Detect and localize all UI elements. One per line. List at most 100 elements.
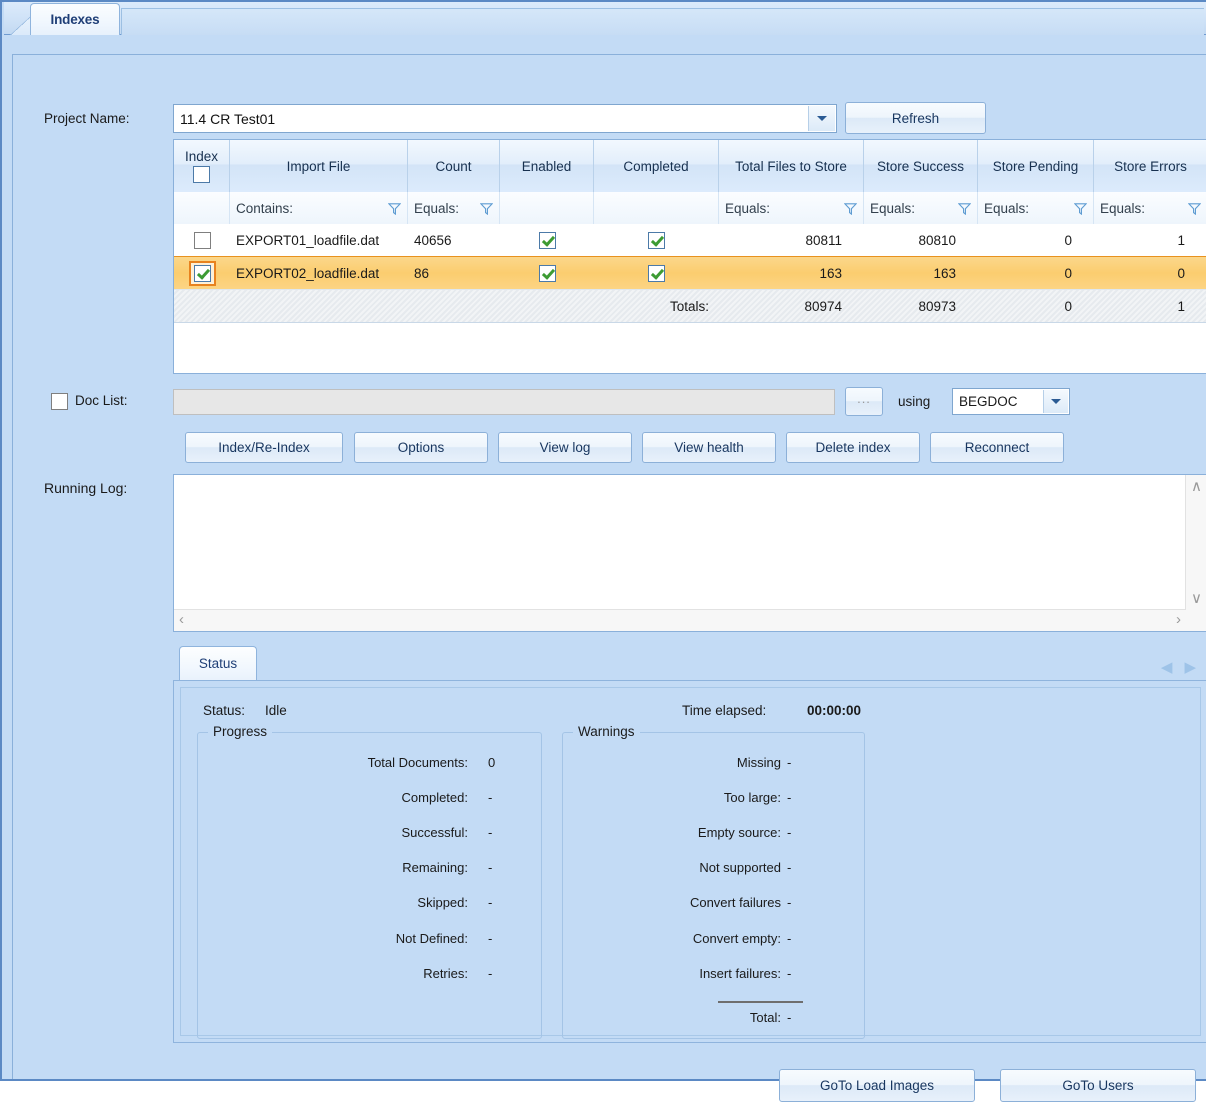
filter-funnel-icon[interactable] [844, 202, 857, 215]
scroll-up-icon[interactable]: ∧ [1191, 479, 1202, 494]
row-select-checkbox[interactable] [193, 264, 211, 282]
warnings-value-5: - [787, 931, 792, 946]
scroll-down-icon[interactable]: ∨ [1191, 591, 1202, 606]
status-value: Idle [265, 703, 287, 718]
row-enabled-checkbox[interactable] [538, 231, 556, 249]
grid-header-store-errors[interactable]: Store Errors [1094, 140, 1206, 192]
tabstrip-empty-area [121, 8, 1204, 36]
table-row[interactable]: EXPORT01_loadfile.dat 40656 80811 80810 … [174, 224, 1206, 257]
doc-list-browse-button[interactable]: ... [845, 387, 883, 416]
grid-header-completed[interactable]: Completed [594, 140, 719, 192]
indexes-page: Project Name: 11.4 CR Test01 Refresh Ind… [4, 35, 1206, 1102]
filter-store-pending[interactable]: Equals: [978, 192, 1094, 224]
using-field-combo[interactable]: BEGDOC [952, 388, 1070, 415]
grid-header-index[interactable]: Index [174, 140, 230, 192]
doc-list-browse-label: ... [857, 391, 871, 406]
row-select-checkbox[interactable] [193, 231, 211, 249]
tab-scroll-left-icon[interactable]: ◀ [1161, 658, 1173, 676]
doc-list-input[interactable] [173, 389, 835, 415]
row-completed-cell[interactable] [594, 257, 719, 289]
goto-load-images-button[interactable]: GoTo Load Images [779, 1069, 975, 1102]
warnings-label-2: Empty source: [697, 825, 781, 840]
row-enabled-cell[interactable] [500, 257, 594, 289]
filter-import-file[interactable]: Contains: [230, 192, 408, 224]
status-label: Status: [203, 703, 246, 718]
row-enabled-cell[interactable] [500, 224, 594, 256]
tab-scroll-right-icon[interactable]: ▶ [1184, 658, 1196, 676]
scroll-right-icon[interactable]: › [1176, 612, 1181, 627]
warnings-total-value: - [787, 1010, 792, 1025]
grid-header-store-pending[interactable]: Store Pending [978, 140, 1094, 192]
warnings-value-2: - [787, 825, 792, 840]
tab-indexes-label: Indexes [50, 12, 100, 27]
using-label: using [898, 394, 931, 409]
warnings-groupbox-title: Warnings [573, 724, 640, 739]
totals-spacer-4 [500, 290, 594, 322]
progress-value-3: - [488, 860, 493, 875]
totals-store-pending: 0 [1064, 298, 1072, 314]
using-field-dropdown-button[interactable] [1043, 390, 1068, 413]
grid-header-store-success[interactable]: Store Success [864, 140, 978, 192]
filter-funnel-icon[interactable] [1074, 202, 1087, 215]
grid-filter-row[interactable]: Contains: Equals: Equals: Equals: Equals… [174, 192, 1206, 225]
view-health-label: View health [674, 440, 744, 455]
index-reindex-button[interactable]: Index/Re-Index [185, 432, 343, 463]
view-log-button[interactable]: View log [498, 432, 632, 463]
row-enabled-checkbox[interactable] [538, 264, 556, 282]
running-log-textarea[interactable] [174, 475, 1186, 610]
filter-count[interactable]: Equals: [408, 192, 500, 224]
progress-value-5: - [488, 931, 493, 946]
row-select-focus-ring [188, 260, 216, 286]
goto-users-button[interactable]: GoTo Users [1000, 1069, 1196, 1102]
warnings-groupbox: Warnings Missing - Too large: - Empty so… [562, 724, 865, 1039]
warnings-value-6: - [787, 966, 792, 981]
filter-funnel-icon[interactable] [958, 202, 971, 215]
scroll-left-icon[interactable]: ‹ [179, 612, 184, 627]
select-all-checkbox[interactable] [193, 166, 210, 183]
filter-completed [594, 192, 719, 224]
index-grid[interactable]: Index Import File Count Enabled Complete… [173, 139, 1206, 374]
time-elapsed-label: Time elapsed: [682, 703, 767, 718]
row-index-checkbox-cell[interactable] [174, 257, 230, 289]
warnings-label-4: Convert failures [689, 895, 781, 910]
options-button[interactable]: Options [354, 432, 488, 463]
table-row[interactable]: EXPORT02_loadfile.dat 86 163 163 0 0 [174, 256, 1206, 290]
tab-scroll-nav[interactable]: ◀ ▶ [1161, 658, 1196, 676]
tab-status[interactable]: Status [179, 646, 257, 680]
grid-header-total-files[interactable]: Total Files to Store [719, 140, 864, 192]
row-completed-cell[interactable] [594, 224, 719, 256]
row-store-errors: 1 [1177, 232, 1185, 248]
totals-label: Totals: [669, 298, 709, 314]
row-index-checkbox-cell[interactable] [174, 224, 230, 256]
delete-index-button[interactable]: Delete index [786, 432, 920, 463]
progress-value-1: - [488, 790, 493, 805]
project-name-dropdown-button[interactable] [808, 106, 835, 131]
running-log-label: Running Log: [44, 480, 128, 496]
grid-header-import-file[interactable]: Import File [230, 140, 408, 192]
grid-header-enabled[interactable]: Enabled [500, 140, 594, 192]
view-health-button[interactable]: View health [642, 432, 776, 463]
filter-store-success[interactable]: Equals: [864, 192, 978, 224]
reconnect-button[interactable]: Reconnect [930, 432, 1064, 463]
project-name-combo[interactable]: 11.4 CR Test01 [173, 104, 837, 133]
row-total-files: 80811 [805, 232, 842, 248]
filter-funnel-icon[interactable] [480, 202, 493, 215]
running-log-horizontal-scrollbar[interactable]: ‹ › [174, 609, 1186, 631]
row-completed-checkbox[interactable] [648, 264, 665, 282]
progress-label-1: Completed: [401, 790, 468, 805]
filter-store-errors[interactable]: Equals: [1094, 192, 1206, 224]
grid-header-enabled-label: Enabled [521, 158, 572, 174]
running-log-vertical-scrollbar[interactable]: ∧ ∨ [1185, 475, 1206, 610]
filter-funnel-icon[interactable] [388, 202, 401, 215]
filter-funnel-icon[interactable] [1188, 202, 1201, 215]
filter-total-files[interactable]: Equals: [719, 192, 864, 224]
grid-header-count-label: Count [435, 158, 472, 174]
refresh-button[interactable]: Refresh [845, 102, 986, 134]
progress-groupbox: Progress Total Documents: 0 Completed: -… [197, 724, 542, 1039]
tab-indexes[interactable]: Indexes [30, 3, 120, 35]
main-tabstrip: Indexes [4, 2, 1206, 36]
row-completed-checkbox[interactable] [648, 231, 665, 249]
warnings-label-0: Missing [736, 755, 781, 770]
doc-list-checkbox[interactable] [51, 393, 68, 410]
grid-header-count[interactable]: Count [408, 140, 500, 192]
